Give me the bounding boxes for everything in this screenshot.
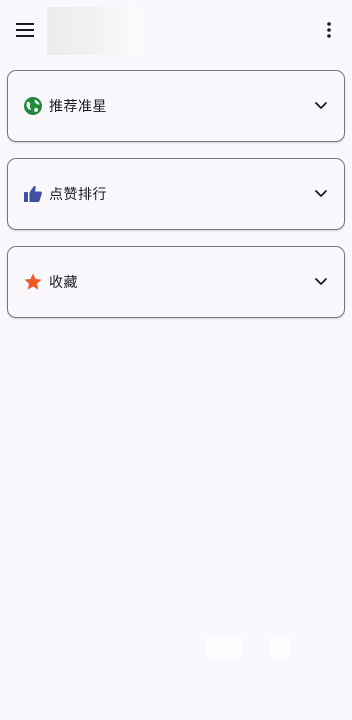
faint-overlay-block bbox=[206, 638, 242, 658]
chevron-down-icon[interactable] bbox=[314, 99, 328, 113]
section-card-favorites[interactable]: 收藏 bbox=[7, 246, 345, 318]
menu-button[interactable] bbox=[10, 15, 40, 45]
section-label: 点赞排行 bbox=[49, 187, 107, 203]
more-options-button[interactable] bbox=[314, 15, 344, 45]
more-vert-icon bbox=[327, 22, 331, 38]
globe-icon bbox=[23, 96, 43, 116]
blurred-title bbox=[47, 7, 143, 55]
star-icon bbox=[23, 272, 43, 292]
section-card-likes-ranking[interactable]: 点赞排行 bbox=[7, 158, 345, 230]
section-label: 推荐准星 bbox=[49, 99, 107, 115]
thumb-up-icon bbox=[23, 184, 43, 204]
hamburger-menu-icon bbox=[16, 23, 34, 37]
chevron-down-icon[interactable] bbox=[314, 275, 328, 289]
section-label: 收藏 bbox=[49, 275, 78, 291]
chevron-down-icon[interactable] bbox=[314, 187, 328, 201]
top-app-bar bbox=[0, 0, 352, 62]
section-card-recommended[interactable]: 推荐准星 bbox=[7, 70, 345, 142]
faint-overlay-block bbox=[270, 638, 290, 658]
